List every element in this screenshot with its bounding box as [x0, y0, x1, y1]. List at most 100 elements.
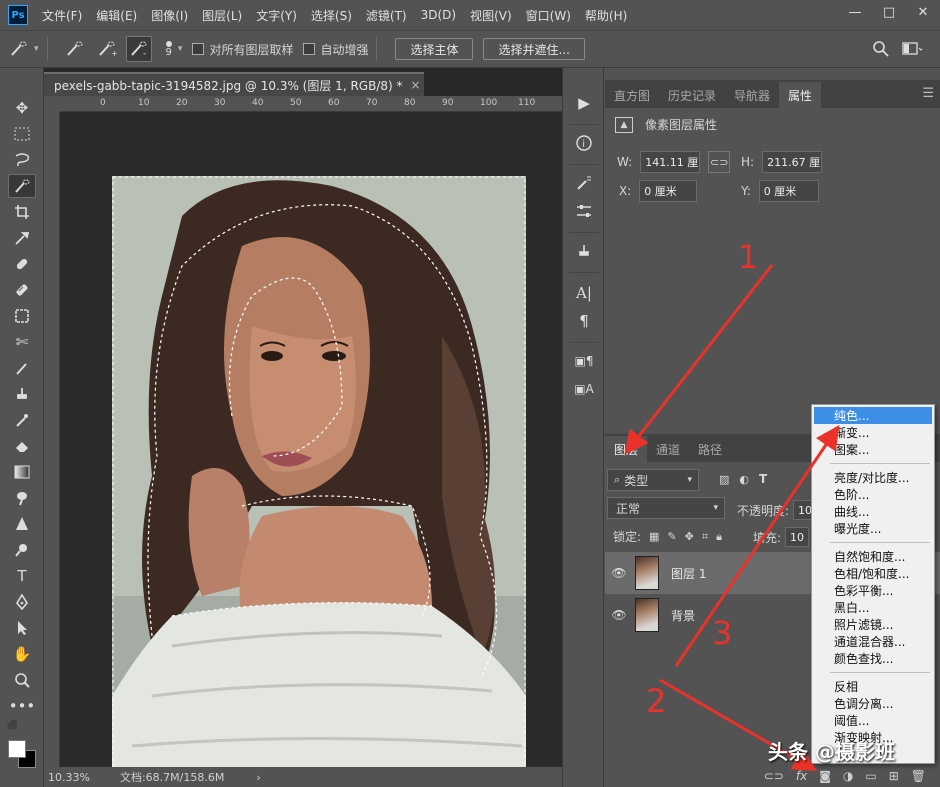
menu-item-channel-mixer[interactable]: 通道混合器... — [814, 633, 932, 650]
paragraph-panel-icon[interactable]: ¶ — [571, 310, 597, 332]
lock-all-icon[interactable]: 🔒︎ — [716, 530, 722, 544]
maximize-button[interactable]: □ — [872, 0, 906, 24]
eraser-icon[interactable] — [8, 434, 36, 458]
layer-filter-select[interactable]: ⌕ 类型 ▾ — [607, 469, 699, 491]
subtract-from-selection-icon[interactable]: - — [125, 36, 152, 62]
select-and-mask-button[interactable]: 选择并遮住... — [483, 38, 585, 60]
lock-position-icon[interactable]: ✥ — [685, 530, 694, 543]
brush-tool-icon[interactable] — [8, 278, 36, 302]
default-colors-icon[interactable]: ⬛ — [6, 720, 20, 732]
paragraph-styles-icon[interactable]: ▣¶ — [571, 350, 597, 372]
menu-select[interactable]: 选择(S) — [311, 7, 352, 24]
pen-tool-icon[interactable] — [8, 590, 36, 614]
document-tab[interactable]: pexels-gabb-tapic-3194582.jpg @ 10.3% (图… — [44, 72, 424, 96]
play-action-icon[interactable]: ▶ — [571, 92, 597, 114]
move-tool-icon[interactable]: ✥ — [8, 96, 36, 120]
clone-stamp-tool-icon[interactable] — [8, 304, 36, 328]
lock-artboard-icon[interactable]: ⌗ — [702, 530, 708, 544]
sharpen-tool-icon[interactable] — [8, 512, 36, 536]
menu-type[interactable]: 文字(Y) — [256, 7, 297, 24]
path-selection-tool-icon[interactable] — [8, 616, 36, 640]
menu-view[interactable]: 视图(V) — [470, 7, 512, 24]
menu-item-threshold[interactable]: 阈值... — [814, 712, 932, 729]
more-tools-icon[interactable]: ••• — [8, 694, 36, 718]
menu-item-hue-saturation[interactable]: 色相/饱和度... — [814, 565, 932, 582]
checkbox-box[interactable] — [303, 43, 316, 55]
character-panel-icon[interactable]: A| — [571, 282, 597, 304]
eyedropper-tool-icon[interactable] — [8, 226, 36, 250]
add-to-selection-icon[interactable]: + — [94, 36, 120, 62]
visibility-eye-icon[interactable]: 👁︎ — [605, 566, 633, 580]
foreground-color-swatch-front[interactable] — [8, 740, 26, 758]
tab-histogram[interactable]: 直方图 — [605, 82, 659, 108]
lock-pixels-icon[interactable]: ✎ — [667, 530, 676, 543]
stamp-tool-icon[interactable] — [8, 382, 36, 406]
clone-source-icon[interactable] — [571, 240, 597, 262]
photo-woman-portrait[interactable] — [112, 176, 526, 787]
zoom-level[interactable]: 10.33% — [48, 771, 90, 784]
folder-icon[interactable]: ▭ — [865, 769, 876, 783]
link-dimensions-icon[interactable]: ⊂⊃ — [708, 151, 731, 173]
menu-item-vibrance[interactable]: 自然饱和度... — [814, 548, 932, 565]
panel-menu-icon[interactable]: ☰ — [922, 86, 934, 101]
history-brush-icon[interactable] — [8, 408, 36, 432]
menu-layer[interactable]: 图层(L) — [202, 7, 242, 24]
healing-brush-tool-icon[interactable] — [8, 252, 36, 276]
select-subject-button[interactable]: 选择主体 — [395, 38, 474, 60]
filter-pixel-icon[interactable]: ▨ — [719, 473, 729, 486]
sample-all-layers-checkbox[interactable]: 对所有图层取样 — [192, 41, 293, 58]
link-icon[interactable]: ⊂⊃ — [764, 769, 784, 783]
menu-item-color-lookup[interactable]: 颜色查找... — [814, 650, 932, 667]
menu-item-pattern[interactable]: 图案... — [814, 441, 932, 458]
smudge-tool-icon[interactable] — [8, 486, 36, 510]
zoom-tool-icon[interactable] — [8, 668, 36, 692]
quick-selection-preset-icon[interactable] — [6, 36, 32, 62]
layer-name[interactable]: 图层 1 — [671, 565, 706, 582]
new-layer-icon[interactable]: ⊞ — [889, 769, 899, 783]
menu-file[interactable]: 文件(F) — [42, 7, 82, 24]
quick-selection-tool-icon[interactable] — [8, 174, 36, 198]
search-icon[interactable] — [872, 40, 890, 62]
visibility-eye-icon[interactable]: 👁︎ — [605, 608, 633, 622]
height-input[interactable]: 211.67 厘 — [762, 151, 823, 173]
menu-item-curves[interactable]: 曲线... — [814, 503, 932, 520]
lock-transparent-icon[interactable]: ▦ — [649, 530, 659, 543]
menu-item-invert[interactable]: 反相 — [814, 678, 932, 695]
menu-edit[interactable]: 编辑(E) — [96, 7, 137, 24]
type-tool-icon[interactable]: T — [8, 564, 36, 588]
brush-settings-icon[interactable] — [571, 172, 597, 194]
menu-item-levels[interactable]: 色阶... — [814, 486, 932, 503]
y-input[interactable]: 0 厘米 — [758, 180, 819, 202]
character-styles-icon[interactable]: ▣A — [571, 378, 597, 400]
filter-type-icon[interactable]: T — [759, 472, 767, 486]
tab-properties[interactable]: 属性 — [779, 82, 822, 108]
menu-item-photo-filter[interactable]: 照片滤镜... — [814, 616, 932, 633]
menu-image[interactable]: 图像(I) — [151, 7, 188, 24]
menu-help[interactable]: 帮助(H) — [585, 7, 627, 24]
eraser-tool-icon[interactable] — [8, 356, 36, 380]
checkbox-box[interactable] — [192, 43, 205, 55]
tab-layers[interactable]: 图层 — [605, 436, 648, 462]
width-input[interactable]: 141.11 厘 — [640, 151, 701, 173]
tab-navigator[interactable]: 导航器 — [725, 82, 779, 108]
lasso-tool-icon[interactable] — [8, 148, 36, 172]
brush-size-picker[interactable]: 9 — [166, 40, 172, 58]
workspace-icon[interactable] — [902, 41, 924, 60]
horizontal-ruler[interactable]: 0 10 20 30 40 50 60 70 80 90 100 110 — [60, 96, 562, 112]
menu-item-brightness-contrast[interactable]: 亮度/对比度... — [814, 469, 932, 486]
gradient-tool-icon[interactable] — [8, 460, 36, 484]
menu-window[interactable]: 窗口(W) — [526, 7, 571, 24]
new-selection-icon[interactable] — [62, 36, 88, 62]
adjustment-icon[interactable]: ◑ — [843, 769, 853, 783]
canvas[interactable] — [60, 112, 562, 787]
menu-item-exposure[interactable]: 曝光度... — [814, 520, 932, 537]
x-input[interactable]: 0 厘米 — [639, 180, 698, 202]
menu-item-black-white[interactable]: 黑白... — [814, 599, 932, 616]
adjustments-sliders-icon[interactable] — [571, 200, 597, 222]
tab-channels[interactable]: 通道 — [647, 436, 689, 462]
hand-tool-icon[interactable]: ✋ — [8, 642, 36, 666]
close-tab-icon[interactable]: × — [411, 78, 421, 92]
menu-item-posterize[interactable]: 色调分离... — [814, 695, 932, 712]
preset-chevron-icon[interactable]: ▾ — [34, 44, 39, 54]
menu-item-color-balance[interactable]: 色彩平衡... — [814, 582, 932, 599]
